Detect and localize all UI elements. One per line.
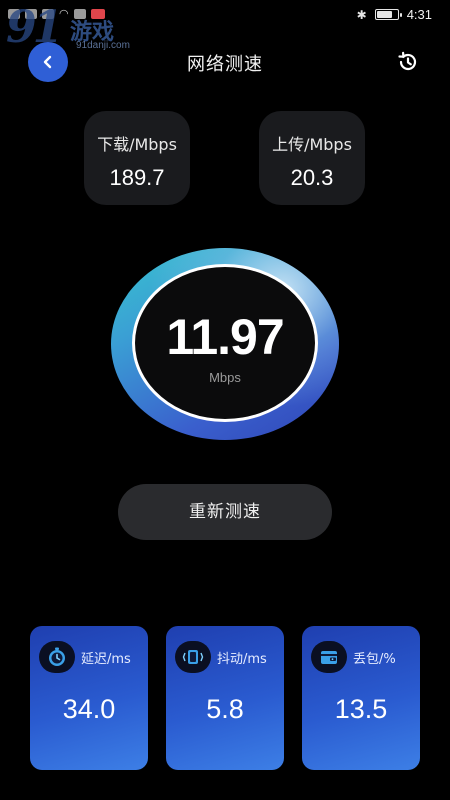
history-button[interactable] <box>394 48 422 76</box>
jitter-value: 5.8 <box>206 694 244 724</box>
upload-label: 上传/Mbps <box>272 135 352 154</box>
upload-value: 20.3 <box>290 165 334 190</box>
status-bar: ◠ ✱ 4:31 <box>0 0 450 32</box>
jitter-icon <box>175 641 211 673</box>
packet-loss-label: 丢包/% <box>353 651 396 667</box>
download-value: 189.7 <box>109 165 165 190</box>
latency-label: 延迟/ms <box>81 651 131 667</box>
download-card: 下载/Mbps 189.7 <box>84 111 190 205</box>
latency-card: 延迟/ms 34.0 <box>30 626 148 770</box>
download-label: 下载/Mbps <box>97 135 177 154</box>
retest-button[interactable]: 重新测速 <box>118 484 332 540</box>
page-title: 网络测速 <box>187 54 263 75</box>
latency-value: 34.0 <box>62 694 116 724</box>
bluetooth-icon: ✱ <box>356 7 367 22</box>
current-speed-value: 11.97 <box>166 309 284 365</box>
clock-icon <box>39 641 75 673</box>
history-icon <box>398 51 417 71</box>
notification-icon <box>73 8 86 19</box>
battery-icon <box>374 9 402 20</box>
notification-icon <box>25 8 37 19</box>
app-notification-icon <box>90 8 105 19</box>
jitter-label: 抖动/ms <box>217 651 267 667</box>
notification-icon <box>42 8 54 19</box>
battery-level-fill <box>376 11 392 18</box>
packet-loss-card: 丢包/% 13.5 <box>302 626 420 770</box>
jitter-card: 抖动/ms 5.8 <box>166 626 284 770</box>
current-speed-unit: Mbps <box>209 370 241 385</box>
packet-loss-value: 13.5 <box>334 694 388 724</box>
notification-icons: ◠ <box>8 8 105 19</box>
notification-icon <box>8 8 20 19</box>
header: 网络测速 <box>0 40 450 84</box>
wallet-icon <box>311 641 347 673</box>
status-time: 4:31 <box>406 7 432 22</box>
wifi-icon: ◠ <box>59 7 69 20</box>
upload-card: 上传/Mbps 20.3 <box>259 111 365 205</box>
